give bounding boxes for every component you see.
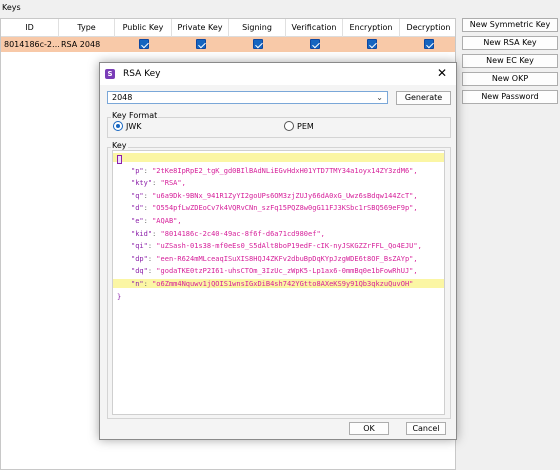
json-key: "n" — [131, 280, 144, 288]
json-key: "qi" — [131, 242, 148, 251]
json-key: "q" — [131, 191, 144, 200]
json-line: "dq": "godaTKE0tzP2I61-uhsCTOm_3IzUc_zWp… — [131, 267, 418, 275]
json-value: "uZSash-01s38-mf0eEs0_S5dAlt8boP19edF-cI… — [156, 242, 422, 251]
json-line: "e": "AQAB", — [131, 217, 182, 225]
new-ec-key-button[interactable]: New EC Key — [462, 54, 558, 68]
radio-checked-icon — [113, 121, 123, 131]
json-line: "d": "O554pfLwZDEoCv7k4VQRvCNn_szFq15PQZ… — [131, 204, 418, 212]
checkbox-checked-icon[interactable] — [196, 39, 206, 49]
json-line: "p": "2tKe8IpRpE2_tgK_gd0BIlBAdNLiEGvHdx… — [131, 167, 418, 175]
column-header-private-key[interactable]: Private Key — [172, 19, 229, 37]
dialog-title: RSA Key — [123, 69, 161, 79]
json-colon: : — [143, 166, 153, 175]
column-header-type[interactable]: Type — [59, 19, 115, 37]
json-value: "o6Zmm4Nquwv1jQOIS1wnsIGxDiB4sh742YGtto8… — [152, 280, 414, 288]
json-colon: : — [143, 217, 153, 225]
radio-pem-label: PEM — [297, 122, 314, 131]
checkbox-checked-icon[interactable] — [367, 39, 377, 49]
json-key: "kty" — [131, 179, 153, 188]
table-row[interactable]: 8014186c-2… RSA 2048 — [1, 37, 455, 52]
column-header-decryption[interactable]: Decryption — [400, 19, 457, 37]
radio-unchecked-icon — [284, 121, 294, 131]
chevron-down-icon: ⌄ — [376, 93, 383, 102]
checkbox-checked-icon[interactable] — [310, 39, 320, 49]
key-group-label: Key — [111, 141, 128, 150]
json-line: "q": "u6a9Dk-9BNx_941R1ZyYI2goUPs6OM3zjZ… — [131, 192, 418, 200]
dialog-titlebar[interactable]: S RSA Key ✕ — [100, 63, 456, 85]
new-rsa-key-button[interactable]: New RSA Key — [462, 36, 558, 50]
json-line: "kty": "RSA", — [131, 179, 186, 187]
json-key: "d" — [131, 204, 144, 213]
key-format-group — [107, 117, 451, 138]
rsa-key-dialog: S RSA Key ✕ 2048 ⌄ Generate Key Format J… — [99, 62, 457, 440]
current-line-highlight — [113, 153, 444, 162]
generate-button[interactable]: Generate — [396, 91, 451, 105]
column-header-public-key[interactable]: Public Key — [115, 19, 172, 37]
json-colon: : — [143, 280, 153, 288]
json-colon: : — [143, 204, 153, 213]
new-password-button[interactable]: New Password — [462, 90, 558, 104]
ok-button[interactable]: OK — [349, 422, 389, 435]
new-symmetric-key-button[interactable]: New Symmetric Key — [462, 18, 558, 32]
cell-type: RSA 2048 — [61, 40, 101, 49]
cancel-button[interactable]: Cancel — [406, 422, 446, 435]
checkbox-checked-icon[interactable] — [139, 39, 149, 49]
json-value: "2tKe8IpRpE2_tgK_gd0BIlBAdNLiEGvHdxH01YT… — [152, 166, 418, 175]
json-value: "godaTKE0tzP2I61-uhsCTOm_3IzUc_zWpK5-Lp1… — [156, 267, 418, 276]
json-value: "O554pfLwZDEoCv7k4VQRvCNn_szFq15PQZ8w0gG… — [152, 204, 418, 213]
column-header-verification[interactable]: Verification — [286, 19, 343, 37]
json-colon: : — [143, 191, 153, 200]
json-line: "qi": "uZSash-01s38-mf0eEs0_S5dAlt8boP19… — [131, 242, 422, 250]
json-close-brace: } — [117, 292, 122, 301]
radio-jwk-label: JWK — [126, 122, 142, 131]
json-line: "n": "o6Zmm4Nquwv1jQOIS1wnsIGxDiB4sh742Y… — [131, 280, 413, 288]
new-okp-button[interactable]: New OKP — [462, 72, 558, 86]
json-value: "AQAB", — [152, 217, 182, 225]
json-line: "kid": "8014186c-2c40-49ac-8f6f-d6a71cd9… — [131, 230, 325, 238]
json-value: "8014186c-2c40-49ac-8f6f-d6a71cd980ef", — [160, 229, 325, 238]
json-key: "p" — [131, 166, 144, 175]
key-format-label: Key Format — [111, 111, 159, 120]
json-line: "dp": "een-R624mMLceaqISuXIS8HQJ4ZKFv2db… — [131, 255, 418, 263]
json-key: "kid" — [131, 229, 153, 238]
json-key: "e" — [131, 217, 144, 225]
checkbox-checked-icon[interactable] — [424, 39, 434, 49]
json-value: "RSA", — [160, 179, 186, 188]
json-value: "u6a9Dk-9BNx_941R1ZyYI2goUPs6OM3zjZUJy66… — [152, 191, 418, 200]
table-header: ID Type Public Key Private Key Signing V… — [1, 19, 455, 37]
cell-id: 8014186c-2… — [4, 40, 59, 49]
key-size-select[interactable]: 2048 ⌄ — [107, 91, 388, 104]
key-size-value: 2048 — [112, 93, 133, 102]
keys-panel-title: Keys — [2, 3, 21, 12]
checkbox-checked-icon[interactable] — [253, 39, 263, 49]
close-icon[interactable]: ✕ — [437, 65, 447, 81]
app-icon: S — [105, 69, 115, 79]
column-header-id[interactable]: ID — [1, 19, 59, 37]
column-header-encryption[interactable]: Encryption — [343, 19, 400, 37]
json-colon: : — [152, 179, 161, 188]
column-header-signing[interactable]: Signing — [229, 19, 286, 37]
json-key: "dq" — [131, 267, 148, 276]
json-colon: : — [152, 229, 161, 238]
text-caret — [117, 155, 122, 164]
key-json-editor[interactable]: "p": "2tKe8IpRpE2_tgK_gd0BIlBAdNLiEGvHdx… — [112, 150, 445, 415]
json-value: "een-R624mMLceaqISuXIS8HQJ4ZKFv2dbuBpDqK… — [156, 254, 418, 263]
json-key: "dp" — [131, 254, 148, 263]
